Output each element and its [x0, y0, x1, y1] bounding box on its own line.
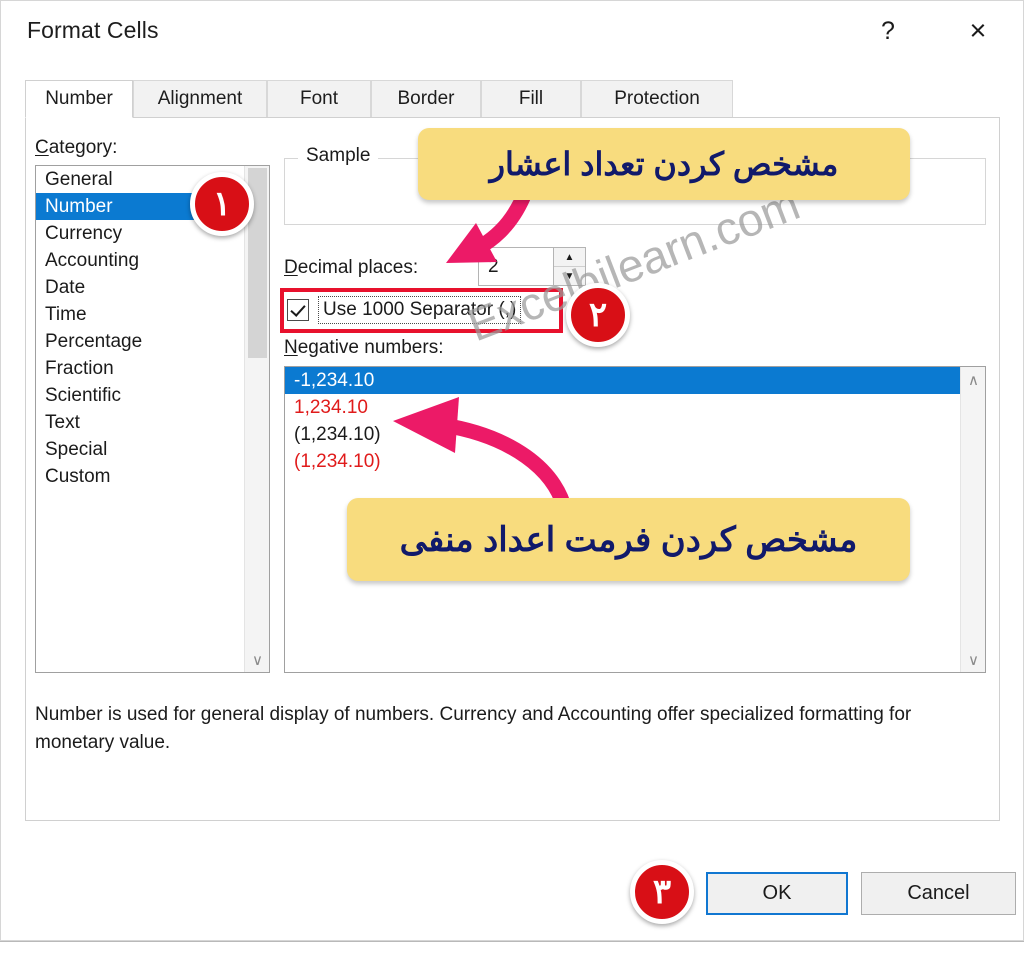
negative-number-item[interactable]: 1,234.10 [285, 394, 985, 421]
decimal-places-label: Decimal places: [284, 257, 419, 278]
screenshot-bottom-strip [0, 941, 1024, 979]
tab-number[interactable]: Number [25, 80, 133, 118]
category-item[interactable]: Percentage [36, 328, 269, 355]
category-scroll-down-icon[interactable]: ∨ [245, 647, 269, 672]
negative-number-item[interactable]: (1,234.10) [285, 448, 985, 475]
ok-button[interactable]: OK [706, 872, 848, 915]
category-item[interactable]: Text [36, 409, 269, 436]
step-badge-2: ۲ [566, 283, 630, 347]
tab-font[interactable]: Font [267, 80, 371, 118]
category-item[interactable]: Date [36, 274, 269, 301]
tab-border[interactable]: Border [371, 80, 481, 118]
category-description: Number is used for general display of nu… [35, 704, 912, 753]
tab-protection[interactable]: Protection [581, 80, 733, 118]
negative-scroll-down-icon[interactable]: ∨ [961, 647, 985, 672]
decimal-places-stepper[interactable]: ▲ ▼ [554, 247, 586, 286]
cancel-button[interactable]: Cancel [861, 872, 1016, 915]
negative-numbers-label: Negative numbers: [284, 337, 444, 358]
help-icon[interactable]: ? [859, 8, 917, 54]
decimal-places-input[interactable] [478, 247, 554, 286]
use-1000-separator-label: Use 1000 Separator (,) [318, 296, 522, 324]
number-tab-panel: Category: General Number Currency Accountin… [25, 118, 1000, 821]
callout-decimal-places: مشخص کردن تعداد اعشار [418, 128, 910, 200]
negative-numbers-scrollbar[interactable]: ∧ ∨ [960, 367, 985, 672]
category-item[interactable]: Custom [36, 463, 269, 490]
category-item[interactable]: Time [36, 301, 269, 328]
category-listbox[interactable]: General Number Currency Accounting Date Time P… [35, 165, 270, 673]
use-1000-separator-checkbox[interactable] [287, 299, 309, 321]
close-icon[interactable]: × [949, 8, 1007, 54]
category-label: Category: [35, 137, 118, 158]
negative-numbers-label-rest: egative numbers: [297, 337, 444, 358]
tab-alignment[interactable]: Alignment [133, 80, 267, 118]
category-item[interactable]: Fraction [36, 355, 269, 382]
tab-fill[interactable]: Fill [481, 80, 581, 118]
negative-numbers-items: -1,234.10 1,234.10 (1,234.10) (1,234.10) [285, 367, 985, 475]
category-label-rest: ategory: [48, 137, 118, 158]
use-1000-separator-row[interactable]: Use 1000 Separator (,) [287, 296, 522, 324]
category-item[interactable]: Scientific [36, 382, 269, 409]
step-badge-1: ۱ [190, 172, 254, 236]
category-scrollbar[interactable]: ∨ [244, 166, 269, 672]
negative-scroll-up-icon[interactable]: ∧ [961, 367, 985, 392]
title-bar: Format Cells ? × [1, 1, 1023, 63]
category-item[interactable]: Special [36, 436, 269, 463]
decimal-places-label-rest: ecimal places: [297, 257, 419, 278]
sample-legend: Sample [298, 145, 379, 167]
use-1000-separator-label-rest: se 1000 Separator (,) [336, 299, 517, 320]
tab-strip: Number Alignment Font Border Fill Protection [25, 80, 1000, 118]
window-title: Format Cells [27, 17, 159, 43]
negative-number-item[interactable]: (1,234.10) [285, 421, 985, 448]
stepper-up-icon[interactable]: ▲ [554, 248, 585, 267]
callout-negative-numbers: مشخص کردن فرمت اعداد منفی [347, 498, 910, 581]
stepper-down-icon[interactable]: ▼ [554, 267, 585, 285]
negative-number-item[interactable]: -1,234.10 [285, 367, 985, 394]
step-badge-3: ۳ [630, 860, 694, 924]
category-item[interactable]: Accounting [36, 247, 269, 274]
